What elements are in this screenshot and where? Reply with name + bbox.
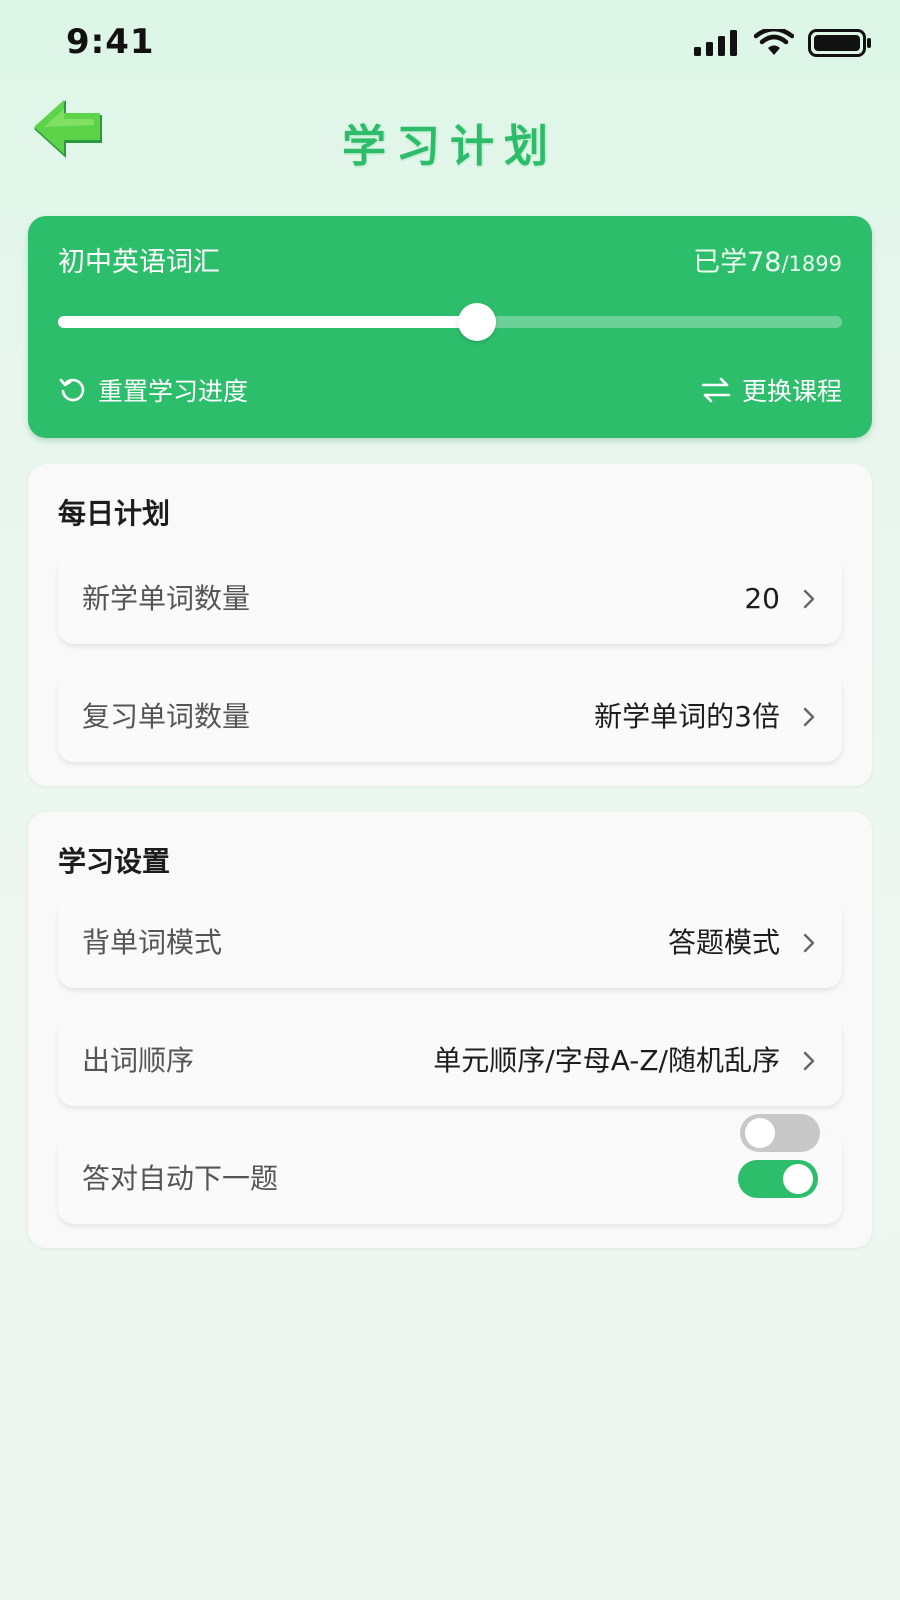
toggle-knob (783, 1164, 813, 1194)
chevron-right-icon (803, 933, 815, 953)
course-name: 初中英语词汇 (58, 247, 220, 278)
battery-icon (808, 29, 871, 57)
chevron-right-icon (803, 1051, 815, 1071)
course-card: 初中英语词汇 已学78/1899 重置学习进度 更换课程 (28, 216, 872, 438)
daily-plan-card: 每日计划 新学单词数量 20 复习单词数量 新学单词的3倍 (28, 464, 872, 786)
switch-course-button[interactable]: 更换课程 (700, 372, 842, 408)
row-value: 新学单词的3倍 (594, 700, 780, 733)
row-label: 复习单词数量 (82, 700, 251, 733)
learned-count: 78 (747, 247, 782, 278)
reset-icon (59, 378, 85, 402)
toggle-knob (745, 1118, 775, 1148)
study-settings-title: 学习设置 (58, 845, 171, 878)
row-label: 新学单词数量 (82, 582, 251, 615)
chevron-right-icon (803, 589, 815, 609)
study-settings-card: 学习设置 背单词模式 答题模式 出词顺序 单元顺序/字母A-Z/随机乱序 答对自… (28, 812, 872, 1248)
chevron-right-icon (803, 707, 815, 727)
status-bar: 9:41 (0, 0, 900, 90)
wifi-icon (754, 29, 794, 55)
course-progress-text: 已学78/1899 (693, 240, 842, 279)
status-icons (694, 28, 872, 58)
word-order-row[interactable]: 出词顺序 单元顺序/字母A-Z/随机乱序 (58, 1016, 842, 1106)
row-value: 单元顺序/字母A-Z/随机乱序 (433, 1044, 780, 1077)
review-words-count-row[interactable]: 复习单词数量 新学单词的3倍 (58, 672, 842, 762)
reset-progress-button[interactable]: 重置学习进度 (58, 372, 248, 408)
cellular-signal-icon (694, 30, 737, 56)
progress-knob[interactable] (458, 303, 497, 341)
progress-track[interactable] (58, 303, 842, 341)
status-time: 9:41 (66, 22, 155, 62)
reset-progress-label: 重置学习进度 (98, 377, 249, 406)
progress-fill (58, 316, 478, 328)
row-label: 答对自动下一题 (82, 1162, 279, 1195)
header: 学习计划 (0, 90, 900, 180)
swap-icon (701, 377, 731, 403)
memorize-mode-row[interactable]: 背单词模式 答题模式 (58, 898, 842, 988)
row-value: 20 (744, 582, 780, 615)
auto-next-toggle[interactable] (738, 1160, 818, 1198)
row-label: 出词顺序 (82, 1044, 195, 1077)
new-words-count-row[interactable]: 新学单词数量 20 (58, 554, 842, 644)
auto-next-toggle-off-state[interactable] (740, 1114, 820, 1152)
row-label: 背单词模式 (82, 926, 223, 959)
switch-course-label: 更换课程 (741, 377, 842, 406)
auto-next-row: 答对自动下一题 (58, 1134, 842, 1224)
total-count: /1899 (781, 252, 842, 276)
page-title: 学习计划 (342, 121, 558, 172)
learned-prefix: 已学 (693, 247, 748, 278)
daily-plan-title: 每日计划 (58, 497, 171, 530)
row-value: 答题模式 (667, 926, 780, 959)
